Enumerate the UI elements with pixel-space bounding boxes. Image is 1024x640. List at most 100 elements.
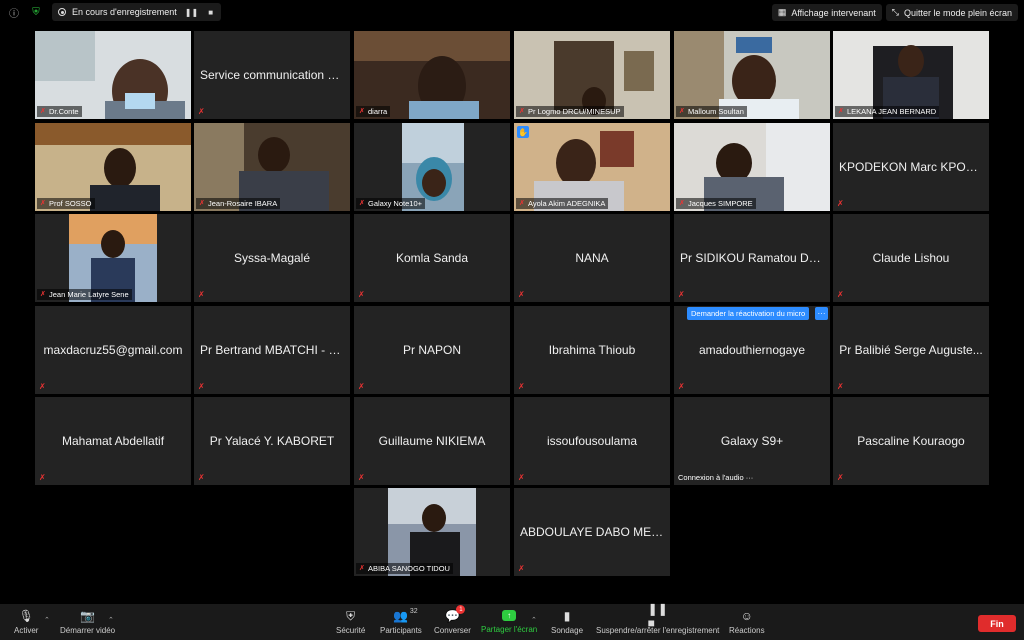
exit-fullscreen-button[interactable]: ⤡ Quitter le mode plein écran: [885, 4, 1018, 21]
participant-name: ✗ Malloum Soultan: [676, 106, 747, 117]
participant-name: ✗ Jacques SIMPORE: [676, 198, 756, 209]
participant-tile[interactable]: Ibrahima Thioub ✗: [514, 306, 670, 394]
video-tile[interactable]: ✗ Jacques SIMPORE: [674, 123, 830, 211]
stop-recording-icon[interactable]: ■: [206, 8, 215, 17]
muted-mic-icon: ✗: [358, 473, 365, 482]
video-tile[interactable]: ✗ ABIBA SANOGO TIDOU: [354, 488, 510, 576]
share-screen-button[interactable]: ↑ Partager l'écran: [481, 608, 537, 634]
video-tile[interactable]: ✗ Jean Marie Latyre Sene: [35, 214, 191, 302]
shield-icon[interactable]: ⛨: [30, 6, 42, 18]
participant-tile[interactable]: Mahamat Abdellatif ✗: [35, 397, 191, 485]
muted-mic-icon: ✗: [837, 290, 844, 299]
video-tile[interactable]: ✗ Malloum Soultan: [674, 31, 830, 119]
audio-options-chevron-icon[interactable]: ⌃: [44, 616, 50, 624]
pause-stop-icon: ❚❚ ■: [647, 602, 668, 630]
shield-icon: ⛨: [346, 608, 356, 623]
end-meeting-button[interactable]: Fin: [978, 615, 1016, 632]
participant-tile[interactable]: Pr Balibié Serge Auguste... ✗: [833, 306, 989, 394]
participant-name: ✗ Galaxy Note10+: [356, 198, 425, 209]
participant-name: Pr Balibié Serge Auguste...: [839, 343, 983, 357]
participant-tile[interactable]: ABDOULAYE DABO MES... ✗: [514, 488, 670, 576]
participant-tile[interactable]: Komla Sanda ✗: [354, 214, 510, 302]
participant-name: maxdacruz55@gmail.com: [43, 343, 183, 357]
participant-name: Ibrahima Thioub: [548, 343, 636, 357]
chat-button[interactable]: 💬 1 Converser: [434, 605, 471, 635]
participant-name: Komla Sanda: [395, 251, 469, 265]
participants-button[interactable]: 👥 32 Participants: [380, 608, 422, 635]
participant-name: ✗ Dr.Conte: [37, 106, 82, 117]
participant-tile[interactable]: Pr SIDIKOU Ramatou D. S. ✗: [674, 214, 830, 302]
participant-name: Syssa-Magalé: [233, 251, 311, 265]
recording-control-button[interactable]: ❚❚ ■ Suspendre/arrêter l'enregistrement: [596, 602, 719, 635]
participant-name: Mahamat Abdellatif: [61, 434, 165, 448]
share-screen-icon: ↑: [502, 610, 517, 621]
participant-name: KPODEKON Marc KPODE...: [839, 160, 989, 174]
muted-mic-icon: ✗: [198, 290, 205, 299]
pause-recording-icon[interactable]: ❚❚: [183, 8, 200, 17]
meeting-toolbar: 🎙 Activer ⌃ 📷 Démarrer vidéo ⌃ ⛨ Sécurit…: [0, 602, 1024, 640]
participant-tile[interactable]: Service communication C... ✗: [194, 31, 350, 119]
participant-tile[interactable]: Claude Lishou ✗: [833, 214, 989, 302]
participant-name: Service communication C...: [200, 68, 347, 82]
participant-name: Claude Lishou: [872, 251, 950, 265]
participant-tile[interactable]: KPODEKON Marc KPODE... ✗: [833, 123, 989, 211]
participant-tile[interactable]: issoufousoulama ✗: [514, 397, 670, 485]
participant-tile[interactable]: Pr Bertrand MBATCHI - S... ✗: [194, 306, 350, 394]
muted-mic-icon: ✗: [518, 473, 525, 482]
start-video-button[interactable]: 📷 Démarrer vidéo: [60, 608, 115, 635]
security-button[interactable]: ⛨ Sécurité: [336, 608, 365, 636]
recording-indicator: En cours d'enregistrement ❚❚ ■: [52, 3, 222, 21]
active-speaker-tile[interactable]: ✋ ✗ Ayola Akim ADEGNIKA: [514, 123, 670, 211]
participant-name: Galaxy S9+: [720, 434, 784, 448]
participant-name: Pr Bertrand MBATCHI - S...: [200, 343, 347, 357]
participants-count: 32: [409, 608, 418, 615]
video-tile[interactable]: ✗ Jean-Rosaire IBARA: [194, 123, 350, 211]
muted-mic-icon: ✗: [358, 290, 365, 299]
video-options-chevron-icon[interactable]: ⌃: [108, 616, 114, 624]
muted-mic-icon: ✗: [358, 382, 365, 391]
muted-mic-icon: ✗: [678, 290, 685, 299]
share-options-chevron-icon[interactable]: ⌃: [531, 616, 537, 624]
participant-tile[interactable]: Pascaline Kouraogo ✗: [833, 397, 989, 485]
muted-mic-icon: ✗: [678, 382, 685, 391]
participant-name: ✗ LEKANA JEAN BERNARD: [835, 106, 940, 117]
muted-mic-icon: ✗: [837, 199, 844, 208]
muted-mic-icon: ✗: [198, 473, 205, 482]
muted-mic-icon: ✗: [837, 382, 844, 391]
muted-mic-icon: ✗: [518, 564, 525, 573]
participant-tile[interactable]: NANA ✗: [514, 214, 670, 302]
participant-tile[interactable]: maxdacruz55@gmail.com ✗: [35, 306, 191, 394]
video-tile[interactable]: ✗ diarra: [354, 31, 510, 119]
exit-fullscreen-icon: ⤡: [891, 7, 899, 17]
muted-mic-icon: ✗: [198, 382, 205, 391]
participant-name: ✗ Prof SOSSO: [37, 198, 95, 209]
more-options-button[interactable]: ···: [815, 307, 828, 320]
participant-tile[interactable]: Syssa-Magalé ✗: [194, 214, 350, 302]
speaker-view-button[interactable]: ▦ Affichage intervenant: [771, 4, 882, 21]
participant-tile[interactable]: Pr NAPON ✗: [354, 306, 510, 394]
video-tile[interactable]: ✗ LEKANA JEAN BERNARD: [833, 31, 989, 119]
muted-mic-icon: ✗: [39, 473, 46, 482]
info-icon[interactable]: ⓘ: [8, 6, 20, 20]
request-unmute-button[interactable]: Demander la réactivation du micro: [687, 307, 810, 320]
video-tile[interactable]: ✗ Prof SOSSO: [35, 123, 191, 211]
reactions-button[interactable]: ☺ Réactions: [729, 608, 765, 635]
muted-mic-icon: ✗: [39, 382, 46, 391]
unmute-button[interactable]: 🎙 Activer: [14, 608, 38, 635]
participant-name: Pr SIDIKOU Ramatou D. S.: [680, 251, 827, 265]
participant-name: Guillaume NIKIEMA: [378, 434, 486, 448]
participant-tile[interactable]: Guillaume NIKIEMA ✗: [354, 397, 510, 485]
video-tile[interactable]: ✗ Dr.Conte: [35, 31, 191, 119]
poll-button[interactable]: ▮ Sondage: [551, 608, 583, 635]
muted-mic-icon: ✗: [198, 107, 205, 116]
muted-mic-icon: ✗: [837, 473, 844, 482]
participant-tile[interactable]: Galaxy S9+ Connexion à l'audio ···: [674, 397, 830, 485]
participant-tile[interactable]: Pr Yalacé Y. KABORET ✗: [194, 397, 350, 485]
recording-label: En cours d'enregistrement: [72, 7, 177, 17]
participants-icon: 👥 32: [393, 608, 418, 623]
top-bar: ⓘ ⛨ En cours d'enregistrement ❚❚ ■ ▦ Aff…: [0, 0, 1024, 24]
video-tile[interactable]: ✗ Pr Logmo DRCU/MINESUP: [514, 31, 670, 119]
video-tile[interactable]: ✗ Galaxy Note10+: [354, 123, 510, 211]
grid-icon: ▦: [777, 7, 787, 17]
participant-name: issoufousoulama: [546, 434, 638, 448]
